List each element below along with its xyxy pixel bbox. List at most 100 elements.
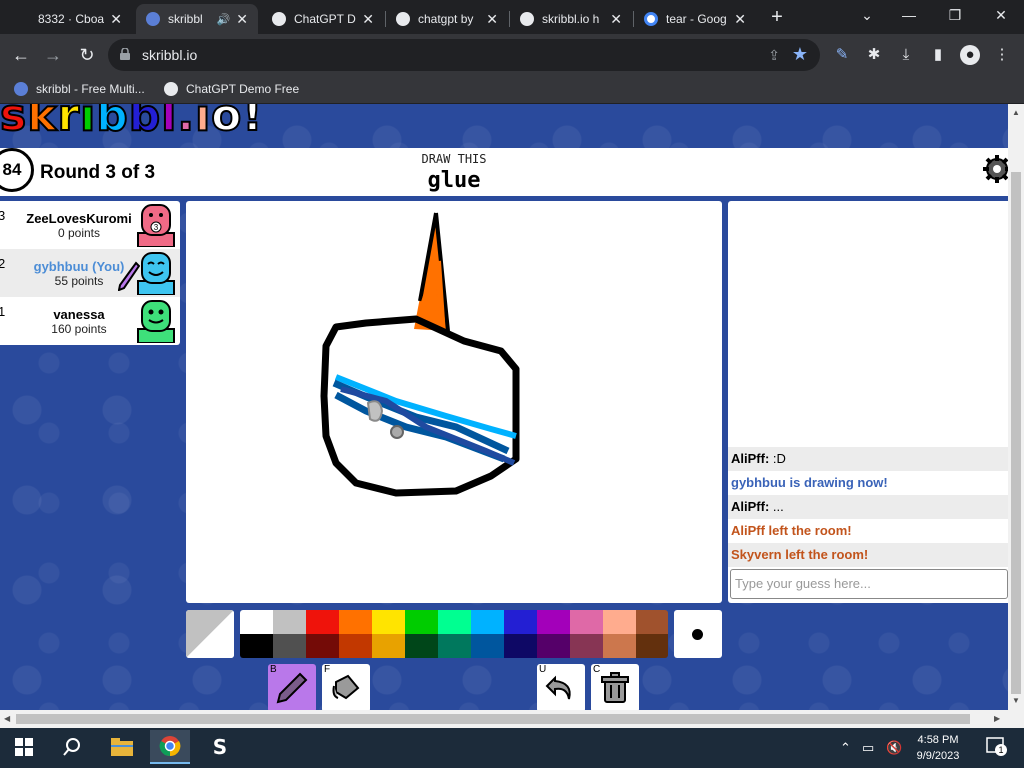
close-icon[interactable]: ✕ (362, 11, 374, 28)
file-explorer-icon[interactable] (102, 730, 142, 764)
vertical-scrollbar[interactable]: ▲ ▼ (1008, 104, 1024, 710)
scroll-thumb[interactable] (1011, 172, 1021, 694)
browser-tab[interactable]: 8332 · Cboa ✕ (28, 4, 132, 34)
forward-arrow-icon[interactable]: → (42, 44, 64, 66)
palette-color-swatch[interactable] (339, 610, 372, 634)
palette-color-swatch[interactable] (306, 634, 339, 658)
scroll-down-arrow-icon[interactable]: ▼ (1012, 696, 1020, 705)
skribbl-extension-icon[interactable]: ✎ (832, 45, 852, 65)
address-bar[interactable]: skribbl.io ⇪ ★ (108, 39, 820, 71)
scroll-up-arrow-icon[interactable]: ▲ (1012, 108, 1020, 117)
player-row[interactable]: 1 vanessa 160 points (0, 297, 180, 345)
bookmark-item[interactable]: skribbl - Free Multi... (14, 82, 145, 96)
tab-title: skribbl (168, 12, 203, 26)
palette-color-swatch[interactable] (471, 634, 504, 658)
brush-size-button[interactable] (674, 610, 722, 658)
tab-title: tear - Goog (666, 12, 727, 26)
palette-color-swatch[interactable] (438, 634, 471, 658)
notification-center-icon[interactable]: 1 (986, 736, 1007, 759)
palette-color-swatch[interactable] (240, 634, 273, 658)
search-icon[interactable] (52, 730, 92, 764)
player-row[interactable]: 3 ZeeLovesKuromi 0 points 3 (0, 201, 180, 249)
tab-search-chevron-icon[interactable]: ⌄ (852, 4, 882, 26)
palette-color-swatch[interactable] (570, 634, 603, 658)
app-s-icon[interactable]: S (200, 730, 240, 764)
palette-color-swatch[interactable] (636, 634, 668, 658)
download-icon[interactable]: ⤓ (896, 45, 916, 65)
palette-color-swatch[interactable] (504, 634, 537, 658)
close-icon[interactable]: ✕ (734, 11, 746, 28)
palette-color-swatch[interactable] (372, 634, 405, 658)
player-avatar: 3 (137, 204, 175, 247)
palette-color-swatch[interactable] (240, 610, 273, 634)
undo-button[interactable]: U (537, 664, 585, 710)
palette-color-swatch[interactable] (306, 610, 339, 634)
guess-input[interactable]: Type your guess here... (730, 569, 1008, 599)
palette-color-swatch[interactable] (339, 634, 372, 658)
player-row-self[interactable]: 2 gybhbuu (You) 55 points (0, 249, 180, 297)
palette-color-swatch[interactable] (273, 610, 306, 634)
reload-icon[interactable]: ↻ (76, 44, 98, 66)
browser-tab[interactable]: skribbl.io h ✕ (510, 4, 632, 34)
scroll-thumb[interactable] (16, 714, 970, 724)
palette-color-swatch[interactable] (405, 634, 438, 658)
palette-color-swatch[interactable] (438, 610, 471, 634)
tray-chevron-up-icon[interactable]: ⌃ (840, 740, 851, 756)
bookmark-item[interactable]: ChatGPT Demo Free (164, 82, 299, 96)
drawing-pencil-icon (118, 261, 140, 291)
palette-color-swatch[interactable] (603, 610, 636, 634)
audio-icon[interactable]: 🔊 (217, 13, 231, 26)
drawing-canvas[interactable] (186, 201, 722, 603)
close-icon[interactable]: ✕ (486, 11, 498, 28)
color-palette (240, 610, 668, 658)
game-header: 84 Round 3 of 3 DRAW THIS glue (0, 148, 1008, 196)
palette-color-swatch[interactable] (405, 610, 438, 634)
chat-text: ... (772, 499, 784, 514)
palette-color-swatch[interactable] (603, 634, 636, 658)
url-text: skribbl.io (142, 47, 198, 63)
close-icon[interactable]: ✕ (236, 11, 248, 28)
network-icon[interactable]: ▭ (862, 740, 874, 756)
fill-tool-button[interactable]: F (322, 664, 370, 710)
share-icon[interactable]: ⇪ (768, 47, 780, 64)
tab-title: 8332 · Cboa (38, 12, 105, 26)
palette-color-swatch[interactable] (471, 610, 504, 634)
browser-tab[interactable]: ChatGPT D ✕ (262, 4, 384, 34)
new-tab-button[interactable]: + (766, 6, 788, 28)
profile-avatar-icon[interactable]: ● (960, 45, 980, 65)
browser-tab[interactable]: tear - Goog ✕ (634, 4, 756, 34)
palette-color-swatch[interactable] (537, 610, 570, 634)
system-clock[interactable]: 4:58 PM 9/9/2023 (908, 732, 968, 764)
side-panel-icon[interactable]: ▮ (928, 45, 948, 65)
palette-color-swatch[interactable] (273, 634, 306, 658)
browser-tab-active[interactable]: skribbl 🔊 ✕ (136, 4, 258, 34)
menu-kebab-icon[interactable]: ⋮ (992, 45, 1012, 65)
close-window-button[interactable]: ✕ (986, 4, 1016, 26)
extensions-puzzle-icon[interactable]: ✱ (864, 45, 884, 65)
chrome-taskbar-icon[interactable] (150, 730, 190, 764)
volume-muted-icon[interactable]: 🔇 (886, 740, 902, 756)
settings-gear-icon[interactable] (982, 154, 1008, 184)
horizontal-scrollbar[interactable]: ◀ ▶ (0, 710, 1024, 728)
skribbl-favicon-icon (146, 12, 160, 26)
windows-start-icon[interactable] (4, 730, 44, 764)
tab-strip: 8332 · Cboa ✕ skribbl 🔊 ✕ ChatGPT D ✕ ch… (0, 0, 1024, 34)
palette-color-swatch[interactable] (636, 610, 668, 634)
current-color-preview[interactable] (186, 610, 234, 658)
bookmark-star-icon[interactable]: ★ (792, 44, 808, 65)
brush-tool-button[interactable]: B (268, 664, 316, 710)
clear-canvas-button[interactable]: C (591, 664, 639, 710)
restore-button[interactable]: ❐ (940, 4, 970, 26)
close-icon[interactable]: ✕ (610, 11, 622, 28)
back-arrow-icon[interactable]: ← (10, 44, 32, 66)
palette-color-swatch[interactable] (570, 610, 603, 634)
scroll-left-arrow-icon[interactable]: ◀ (4, 714, 10, 723)
browser-toolbar: ← → ↻ skribbl.io ⇪ ★ ✎ ✱ ⤓ ▮ ● ⋮ (0, 34, 1024, 76)
minimize-button[interactable]: — (894, 4, 924, 26)
palette-color-swatch[interactable] (537, 634, 570, 658)
palette-color-swatch[interactable] (504, 610, 537, 634)
scroll-right-arrow-icon[interactable]: ▶ (994, 714, 1000, 723)
close-icon[interactable]: ✕ (110, 11, 122, 28)
browser-tab[interactable]: chatgpt by ✕ (386, 4, 508, 34)
palette-color-swatch[interactable] (372, 610, 405, 634)
